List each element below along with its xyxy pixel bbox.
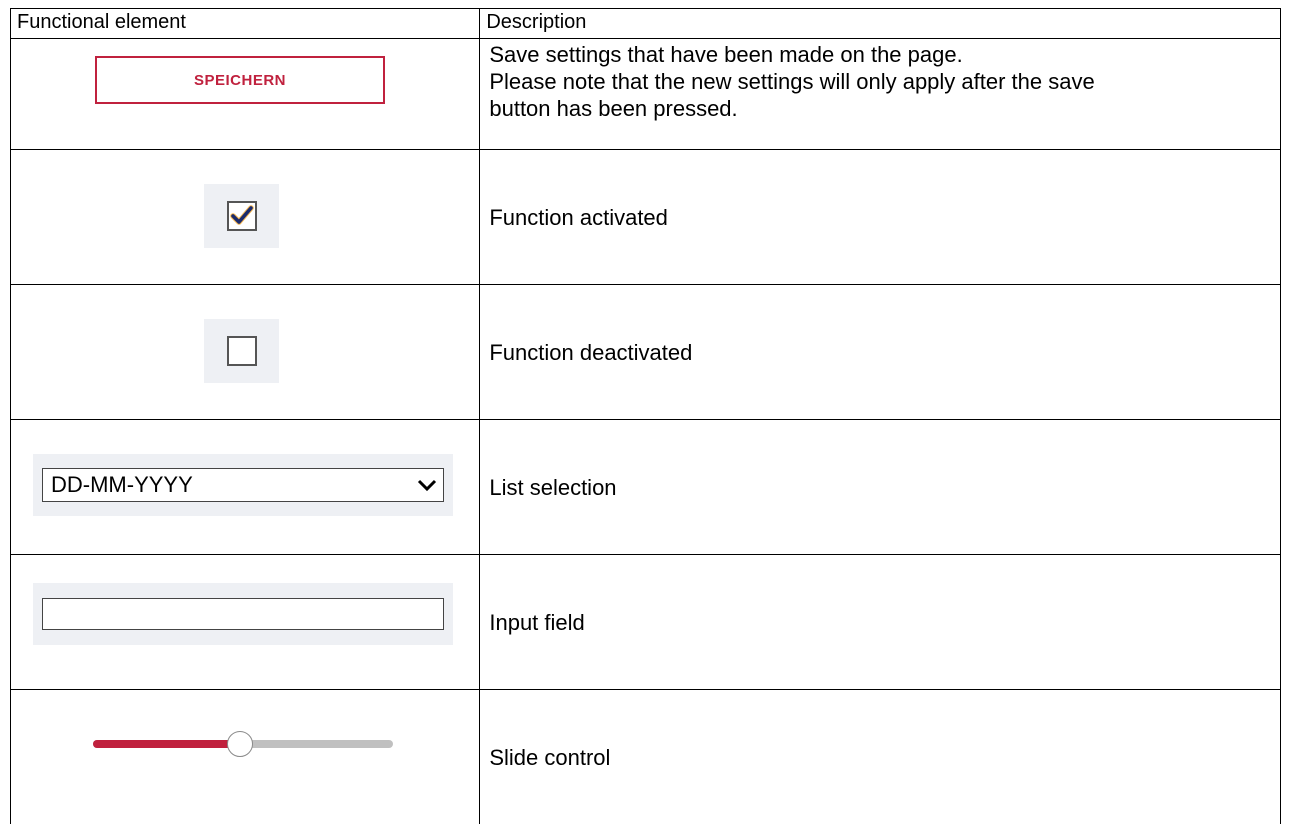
date-format-select[interactable]: DD-MM-YYYY (42, 468, 444, 502)
description-cell: Input field (480, 555, 1281, 690)
table-row: Function deactivated (11, 285, 1281, 420)
description-line: Please note that the new settings will o… (489, 68, 1280, 95)
checkbox-checked-wrapper (204, 184, 279, 248)
table-row: DD-MM-YYYY List selection (11, 420, 1281, 555)
checkbox-checked[interactable] (227, 201, 257, 231)
element-cell (11, 285, 480, 420)
chevron-down-icon (417, 478, 437, 492)
element-cell: DD-MM-YYYY (11, 420, 480, 555)
element-cell (11, 690, 480, 824)
description-cell: Save settings that have been made on the… (480, 39, 1281, 150)
table-row: Function activated (11, 150, 1281, 285)
functional-elements-table: Functional element Description SPEICHERN… (10, 8, 1281, 824)
description-cell: Function deactivated (480, 285, 1281, 420)
table-row: SPEICHERN Save settings that have been m… (11, 39, 1281, 150)
element-cell (11, 150, 480, 285)
list-selection-wrapper: DD-MM-YYYY (33, 454, 453, 516)
element-cell: SPEICHERN (11, 39, 480, 150)
selected-value: DD-MM-YYYY (51, 472, 193, 498)
slider-thumb[interactable] (227, 731, 253, 757)
table-row: Slide control (11, 690, 1281, 824)
description-line: button has been pressed. (489, 95, 1280, 122)
checkmark-icon (230, 205, 254, 227)
input-field-wrapper (33, 583, 453, 645)
header-functional-element: Functional element (11, 9, 480, 39)
description-cell: Function activated (480, 150, 1281, 285)
text-input-field[interactable] (42, 598, 444, 630)
table-row: Input field (11, 555, 1281, 690)
checkbox-unchecked-wrapper (204, 319, 279, 383)
checkbox-unchecked[interactable] (227, 336, 257, 366)
table-header-row: Functional element Description (11, 9, 1281, 39)
description-cell: List selection (480, 420, 1281, 555)
save-button[interactable]: SPEICHERN (95, 56, 385, 104)
slider-fill (93, 740, 240, 748)
description-cell: Slide control (480, 690, 1281, 824)
element-cell (11, 555, 480, 690)
header-description: Description (480, 9, 1281, 39)
slide-control[interactable] (93, 730, 393, 758)
description-line: Save settings that have been made on the… (489, 41, 1280, 68)
